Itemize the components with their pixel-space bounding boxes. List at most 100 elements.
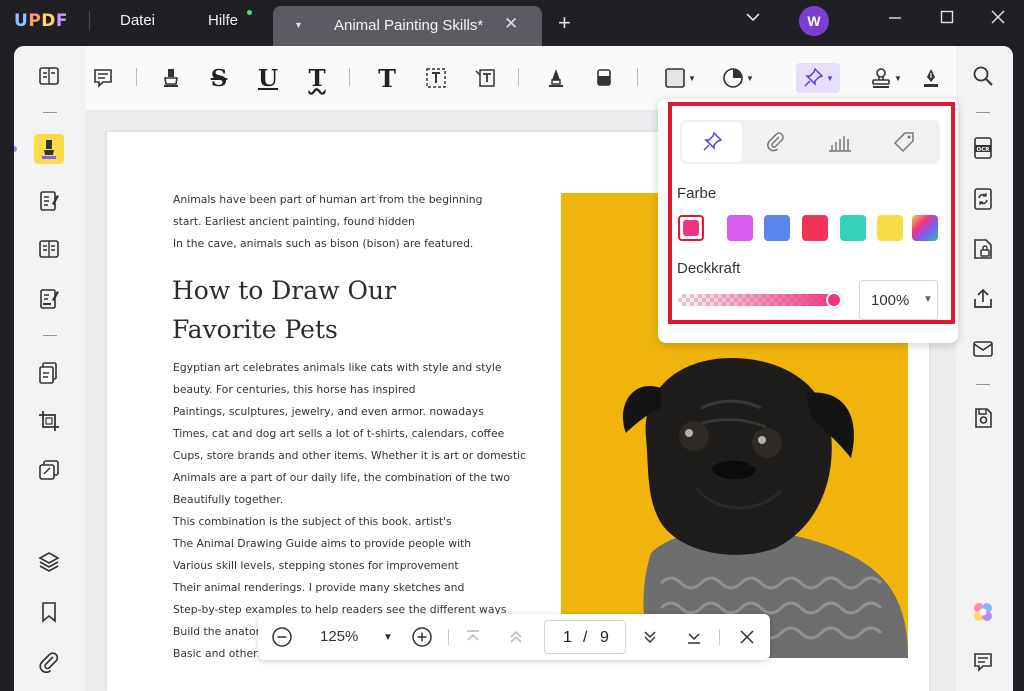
tab-pin-icon[interactable]	[682, 122, 742, 162]
menu-file[interactable]: Datei	[120, 12, 155, 29]
minimize-icon[interactable]	[886, 8, 904, 31]
next-page-icon[interactable]	[638, 623, 662, 651]
tab-title: Animal Painting Skills*	[334, 17, 484, 34]
text-box-icon[interactable]	[421, 63, 451, 93]
updf-logo[interactable]: UPDF	[14, 11, 68, 31]
color-label: Farbe	[677, 185, 717, 202]
title-divider	[89, 11, 90, 31]
sticker-icon[interactable]: ▼	[716, 63, 760, 93]
ocr-icon[interactable]: OCR	[968, 133, 998, 163]
text-callout-icon[interactable]	[470, 63, 500, 93]
zoom-level[interactable]: 125%	[320, 628, 358, 645]
text-line: Various skill levels, stepping stones fo…	[173, 559, 459, 572]
email-icon[interactable]	[968, 334, 998, 364]
share-icon[interactable]	[968, 284, 998, 314]
chevron-down-icon[interactable]	[744, 8, 762, 31]
page-separator: /	[583, 629, 588, 646]
icon-type-tabs	[680, 120, 940, 164]
text-line: Egyptian art celebrates animals like cat…	[173, 361, 502, 374]
tab-bar-chart-icon[interactable]	[810, 122, 870, 162]
color-swatch-yellow[interactable]	[877, 215, 903, 241]
tab-dropdown-icon[interactable]: ▼	[294, 20, 303, 30]
eraser-icon[interactable]	[589, 63, 619, 93]
navbar-divider	[448, 629, 449, 645]
crop-icon[interactable]	[34, 406, 64, 436]
color-swatch-custom[interactable]	[912, 215, 938, 241]
menu-help[interactable]: Hilfe	[208, 12, 238, 29]
svg-text:OCR: OCR	[977, 147, 991, 153]
strikethrough-icon[interactable]: S	[204, 63, 234, 93]
underline-icon[interactable]: U	[253, 63, 283, 93]
page-heading: How to Draw Our Favorite Pets	[172, 271, 532, 349]
opacity-value: 100%	[871, 292, 910, 309]
maximize-icon[interactable]	[938, 8, 956, 31]
bookmark-icon[interactable]	[34, 597, 64, 627]
toolbar-divider	[637, 68, 638, 86]
heading-line: How to Draw Our	[172, 276, 397, 305]
navbar-divider	[719, 629, 720, 645]
new-tab-icon[interactable]: +	[558, 10, 571, 36]
pencil-icon[interactable]	[541, 63, 571, 93]
zoom-dropdown-icon[interactable]: ▼	[378, 623, 398, 651]
text-line: In the cave, animals such as bison (biso…	[173, 237, 474, 250]
last-page-icon[interactable]	[682, 623, 706, 651]
protect-pdf-icon[interactable]	[968, 234, 998, 264]
avatar[interactable]: W	[799, 6, 829, 36]
save-icon[interactable]	[968, 403, 998, 433]
highlight-icon[interactable]	[156, 63, 186, 93]
tab-close-icon[interactable]: ✕	[504, 14, 518, 34]
convert-icon[interactable]	[34, 358, 64, 388]
edit-pdf-icon[interactable]	[34, 186, 64, 216]
signature-icon[interactable]	[916, 63, 946, 93]
text-line: beauty. For centuries, this horse has in…	[173, 383, 416, 396]
toolbar-divider	[349, 68, 350, 86]
tab-tag-icon[interactable]	[874, 122, 934, 162]
text-line: Cups, store brands and other items. Whet…	[173, 449, 527, 462]
convert-sync-icon[interactable]	[968, 184, 998, 214]
current-page: 1	[563, 629, 572, 646]
opacity-slider-handle[interactable]	[826, 292, 842, 308]
notification-dot	[247, 10, 252, 15]
color-swatch-purple[interactable]	[727, 215, 753, 241]
note-style-popover: Farbe Deckkraft 100% ▼	[658, 99, 958, 343]
ai-assistant-icon[interactable]	[968, 597, 998, 627]
sidebar-divider	[43, 112, 57, 113]
stamp-icon[interactable]: ▼	[864, 63, 908, 93]
text-comment-icon[interactable]: T	[372, 63, 402, 93]
close-navbar-icon[interactable]	[735, 623, 759, 651]
squiggly-icon[interactable]: T	[302, 63, 332, 93]
sidebar-indicator	[14, 146, 17, 152]
attachment-icon[interactable]	[34, 647, 64, 677]
color-swatch-red[interactable]	[802, 215, 828, 241]
zoom-in-icon[interactable]	[408, 623, 436, 651]
color-swatch-selected[interactable]	[678, 215, 704, 241]
document-tab[interactable]: ▼ Animal Painting Skills* ✕	[273, 6, 542, 46]
zoom-out-icon[interactable]	[268, 623, 296, 651]
form-icon[interactable]	[34, 284, 64, 314]
protect-icon[interactable]	[34, 455, 64, 485]
sidebar-divider	[976, 112, 990, 113]
first-page-icon[interactable]	[461, 623, 485, 651]
color-swatch-blue[interactable]	[764, 215, 790, 241]
reader-mode-icon[interactable]	[34, 61, 64, 91]
note-icon[interactable]	[88, 63, 118, 93]
opacity-select[interactable]: 100% ▼	[859, 280, 938, 320]
previous-page-icon[interactable]	[504, 623, 528, 651]
text-line: Animals are a part of our daily life, th…	[173, 471, 510, 484]
toolbar-divider	[136, 68, 137, 86]
opacity-slider[interactable]	[678, 294, 838, 306]
close-window-icon[interactable]	[989, 8, 1007, 31]
layers-icon[interactable]	[34, 547, 64, 577]
search-icon[interactable]	[968, 61, 998, 91]
comments-panel-icon[interactable]	[968, 647, 998, 677]
pin-icon[interactable]: ▼	[796, 63, 840, 93]
opacity-label: Deckkraft	[677, 260, 741, 277]
page-organizer-icon[interactable]	[34, 234, 64, 264]
color-swatch-teal[interactable]	[840, 215, 866, 241]
text-line: Times, cat and dog art sells a lot of t-…	[173, 427, 505, 440]
comment-mode-icon[interactable]	[34, 134, 64, 164]
color-swatch-fill	[683, 220, 699, 236]
page-number-field[interactable]: 1 / 9	[544, 620, 626, 654]
tab-paperclip-icon[interactable]	[746, 122, 806, 162]
shape-icon[interactable]: ▼	[658, 63, 702, 93]
